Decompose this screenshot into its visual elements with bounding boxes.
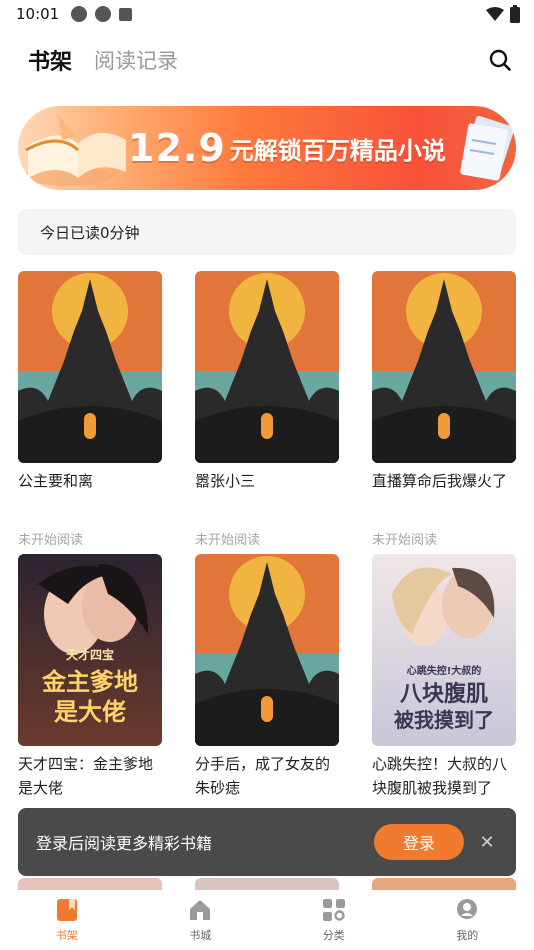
cover-title-large: 是大佬	[54, 698, 126, 726]
book-item[interactable]: 天才四宝 金主爹地 是大佬 天才四宝：金主爹地是大佬	[18, 554, 162, 800]
book-title: 直播算命后我爆火了	[372, 472, 508, 490]
nav-label: 我的	[456, 929, 479, 942]
login-button[interactable]: 登录	[374, 824, 464, 860]
nav-label: 书城	[189, 929, 212, 942]
book-cover: 心跳失控!大叔的 八块腹肌 被我摸到了	[372, 554, 516, 746]
castle-cover-art	[195, 554, 339, 746]
book-cover	[195, 271, 339, 463]
close-icon[interactable]: ✕	[472, 827, 502, 857]
banner-text: 元解锁百万精品小说	[229, 136, 446, 165]
profile-icon	[454, 897, 480, 923]
app-notification-icon	[95, 6, 112, 22]
paper-stack-icon	[460, 115, 515, 181]
search-icon	[489, 49, 511, 71]
book-status: 未开始阅读	[195, 533, 261, 548]
app-notification-icon	[71, 6, 88, 22]
nav-item-profile[interactable]: 我的	[401, 890, 534, 950]
category-icon	[321, 897, 347, 923]
nav-item-bookshelf[interactable]: 书架	[0, 890, 134, 950]
header: 书架 阅读记录	[0, 40, 534, 80]
book-item[interactable]: 心跳失控!大叔的 八块腹肌 被我摸到了 心跳失控！大叔的八块腹肌被我摸到了	[372, 554, 516, 800]
a-notification-icon	[119, 7, 133, 21]
status-time: 10:01	[16, 5, 60, 23]
search-button[interactable]	[486, 46, 514, 74]
tab-reading-history[interactable]: 阅读记录	[94, 45, 178, 75]
battery-icon	[510, 5, 520, 23]
tab-bookshelf[interactable]: 书架	[28, 44, 72, 76]
book-cover	[195, 554, 339, 746]
status-bar: 10:01	[0, 0, 534, 28]
book-title: 公主要和离	[18, 472, 94, 490]
book-cover-peek	[372, 878, 516, 890]
login-prompt-text: 登录后阅读更多精彩书籍	[36, 834, 213, 853]
book-title: 心跳失控！大叔的八块腹肌被我摸到了	[372, 755, 508, 797]
castle-cover-art	[372, 271, 516, 463]
book-status: 未开始阅读	[18, 533, 84, 548]
book-item[interactable]: 公主要和离 未开始阅读	[18, 271, 162, 548]
book-cover: 天才四宝 金主爹地 是大佬	[18, 554, 162, 746]
open-book-icon	[24, 114, 126, 186]
login-prompt-toast: 登录后阅读更多精彩书籍 登录 ✕	[18, 808, 516, 876]
cover-title-small: 心跳失控!大叔的	[406, 666, 482, 677]
wifi-icon	[486, 7, 504, 21]
castle-cover-art	[18, 271, 162, 463]
nav-label: 书架	[55, 929, 78, 942]
promo-banner[interactable]: 12.9 元解锁百万精品小说	[18, 106, 516, 190]
bookshelf-icon	[54, 897, 80, 923]
cover-title-large: 被我摸到了	[394, 708, 494, 732]
book-title: 天才四宝：金主爹地是大佬	[18, 755, 154, 797]
book-cover-peek	[18, 878, 162, 890]
book-item[interactable]: 嚣张小三 未开始阅读	[195, 271, 339, 548]
bottom-navigation: 书架 书城 分类 我的	[0, 890, 534, 950]
book-cover	[372, 271, 516, 463]
today-reading-time[interactable]: 今日已读0分钟	[18, 209, 516, 255]
nav-label: 分类	[322, 929, 345, 942]
book-item[interactable]: 直播算命后我爆火了 未开始阅读	[372, 271, 516, 548]
nav-item-category[interactable]: 分类	[267, 890, 401, 950]
book-cover	[18, 271, 162, 463]
cover-title-small: 天才四宝	[65, 648, 114, 662]
castle-cover-art	[195, 271, 339, 463]
store-icon	[187, 897, 213, 923]
book-title: 嚣张小三	[195, 472, 256, 490]
book-cover-peek	[195, 878, 339, 890]
book-status: 未开始阅读	[372, 533, 438, 548]
banner-price: 12.9	[128, 126, 226, 170]
book-item[interactable]: 分手后，成了女友的朱砂痣	[195, 554, 339, 800]
book-title: 分手后，成了女友的朱砂痣	[195, 755, 331, 797]
nav-item-store[interactable]: 书城	[134, 890, 268, 950]
